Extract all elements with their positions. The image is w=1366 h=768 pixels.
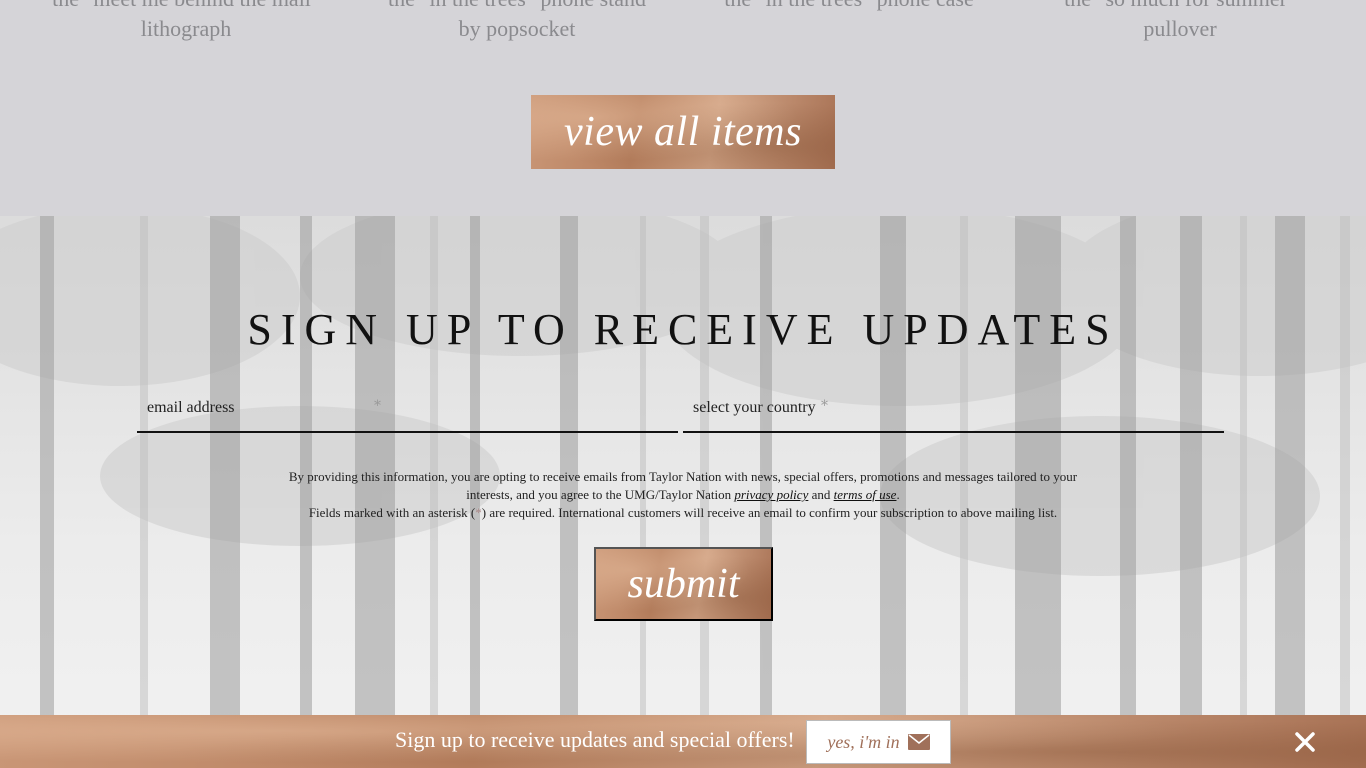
legal-text: By providing this information, you are o… (288, 469, 1078, 502)
submit-button[interactable]: submit (594, 547, 773, 621)
yes-im-in-label: yes, i'm in (827, 731, 900, 752)
product-title-line[interactable]: the "meet me behind the mall" (26, 0, 346, 14)
view-all-items-label: view all items (564, 109, 802, 155)
promo-bar: Sign up to receive updates and special o… (0, 715, 1366, 768)
required-asterisk: * (821, 398, 828, 414)
terms-of-use-link[interactable]: terms of use (834, 487, 897, 502)
close-promo-button[interactable] (1290, 727, 1320, 757)
envelope-icon (907, 734, 930, 750)
signup-section: SIGN UP TO RECEIVE UPDATES email address… (0, 216, 1366, 768)
view-all-items-button[interactable]: view all items (531, 95, 835, 169)
product-title[interactable]: the "so much for summer" pullover (1020, 0, 1340, 44)
close-icon (1295, 732, 1315, 752)
product-title-line[interactable]: the "so much for summer" (1020, 0, 1340, 14)
legal-text: Fields marked with an asterisk ( (308, 505, 476, 520)
legal-text: ) are required. International customers … (481, 505, 1058, 520)
legal-text: . (896, 487, 900, 502)
email-input[interactable] (137, 388, 678, 431)
promo-text: Sign up to receive updates and special o… (395, 727, 795, 752)
signup-title: SIGN UP TO RECEIVE UPDATES (247, 305, 1119, 354)
yes-im-in-button[interactable]: yes, i'm in (806, 720, 951, 764)
product-title-line[interactable]: the "in the trees" phone stand (357, 0, 677, 14)
privacy-policy-link[interactable]: privacy policy (734, 487, 808, 502)
country-input[interactable] (683, 388, 1224, 431)
product-title[interactable]: the "in the trees" phone stand by popsoc… (357, 0, 677, 44)
product-title-line[interactable]: pullover (1020, 14, 1340, 44)
required-asterisk: * (374, 398, 381, 414)
product-title-line[interactable]: by popsocket (357, 14, 677, 44)
legal-text: and (808, 487, 834, 502)
country-select[interactable]: select your country * (683, 388, 1224, 433)
product-title[interactable]: the "meet me behind the mall" lithograph (26, 0, 346, 44)
submit-label: submit (627, 561, 740, 607)
product-strip: the "meet me behind the mall" lithograph… (0, 0, 1366, 216)
product-title-line[interactable]: the "in the trees" phone case (689, 0, 1009, 14)
email-field[interactable]: email address * (137, 388, 678, 433)
product-title[interactable]: the "in the trees" phone case (689, 0, 1009, 14)
product-title-line[interactable]: lithograph (26, 14, 346, 44)
legal-disclaimer: By providing this information, you are o… (270, 468, 1096, 522)
